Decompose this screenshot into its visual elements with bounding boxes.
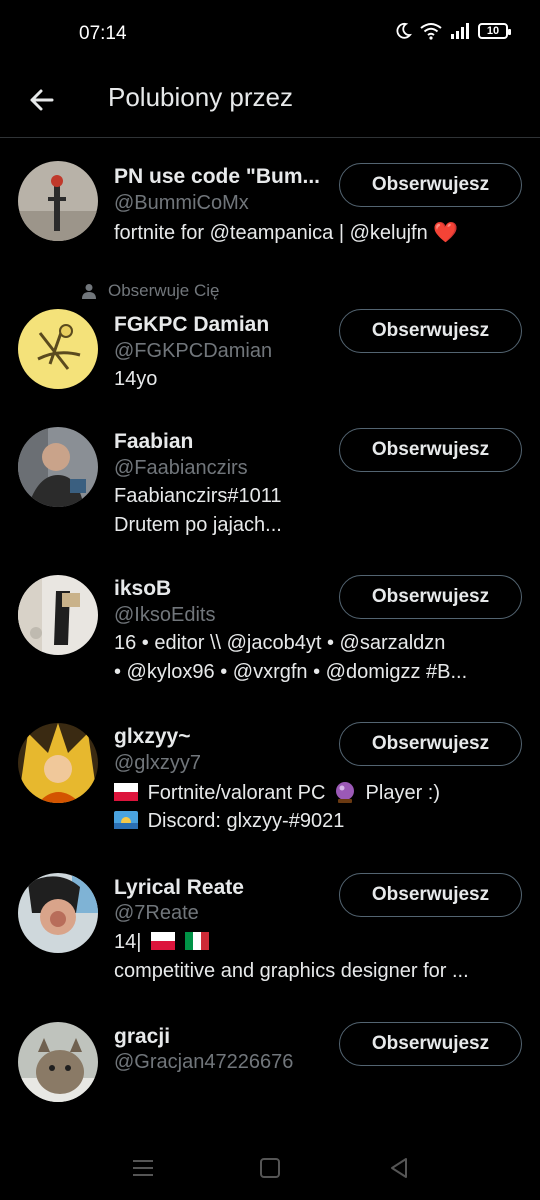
user-name: Faabian [114, 430, 194, 453]
user-row[interactable]: Faabian @Faabianczirs Faabianczirs#1011 … [0, 419, 540, 569]
user-bio-text: Fortnite/valorant PC [147, 782, 326, 804]
following-button[interactable]: Obserwujesz [339, 163, 522, 207]
user-handle: @Gracjan47226676 [114, 1051, 294, 1073]
user-row[interactable]: PN use code "Bum... @BummiCoMx fortnite … [0, 139, 540, 269]
crystal-ball-icon [335, 782, 354, 803]
wifi-icon [420, 23, 442, 40]
user-bio-text-2: Player :) [365, 782, 441, 804]
status-bar: 07:14 10 [0, 0, 540, 70]
user-bio: Fortnite/valorant PC Player :) [114, 781, 514, 805]
back-arrow-icon[interactable] [22, 80, 62, 120]
user-row[interactable]: gracji @Gracjan47226676 Obserwujesz [0, 1019, 540, 1129]
user-bio-line: Drutem po jajach... [114, 514, 282, 536]
user-handle: @BummiCoMx [114, 192, 249, 214]
battery-level: 10 [486, 25, 500, 37]
system-nav-bar [0, 1130, 540, 1200]
user-handle: @FGKPCDamian [114, 340, 273, 362]
user-row[interactable]: Lyrical Reate @7Reate 14| competitive an… [0, 869, 540, 1019]
user-name: PN use code "Bum... [114, 165, 321, 188]
follows-you-label: Obserwuje Cię [108, 281, 220, 300]
following-button[interactable]: Obserwujesz [339, 722, 522, 766]
user-row[interactable]: iksoB @IksoEdits 16 • editor \\ @jacob4y… [0, 569, 540, 719]
avatar[interactable] [18, 723, 98, 803]
poland-flag-icon [114, 783, 138, 801]
user-row[interactable]: glxzyy~ @glxzyy7 Fortnite/valorant PC Pl… [0, 719, 540, 869]
user-bio-line: Discord: glxzyy-#9021 [114, 810, 514, 833]
user-bio: 14| [114, 931, 514, 954]
user-row[interactable]: Obserwuje Cię FGKPC Damian @FGKPCDamian … [0, 269, 540, 419]
user-name: gracji [114, 1025, 171, 1048]
following-button[interactable]: Obserwujesz [339, 428, 522, 472]
following-button[interactable]: Obserwujesz [339, 309, 522, 353]
moon-icon [396, 22, 412, 39]
following-button[interactable]: Obserwujesz [339, 1022, 522, 1066]
user-bio-text-3: Discord: glxzyy-#9021 [147, 810, 345, 832]
user-handle: @IksoEdits [114, 604, 216, 626]
user-handle: @Faabianczirs [114, 457, 248, 479]
following-button[interactable]: Obserwujesz [339, 873, 522, 917]
user-handle: @glxzyy7 [114, 752, 201, 774]
avatar[interactable] [18, 427, 98, 507]
user-bio: 16 • editor \\ @jacob4yt • @sarzaldzn [114, 632, 446, 654]
status-time: 07:14 [79, 23, 127, 44]
avatar[interactable] [18, 575, 98, 655]
user-bio: Faabianczirs#1011 [114, 485, 282, 507]
user-bio: fortnite for @teampanica | @kelujfn ❤️ [114, 222, 459, 244]
user-bio-line: competitive and graphics designer for ..… [114, 960, 469, 982]
avatar[interactable] [18, 161, 98, 241]
following-button[interactable]: Obserwujesz [339, 575, 522, 619]
signal-icon [451, 23, 469, 39]
status-icons: 10 [396, 22, 511, 40]
user-name: glxzyy~ [114, 725, 191, 748]
back-icon[interactable] [386, 1155, 412, 1181]
person-icon [82, 284, 96, 299]
user-name: iksoB [114, 577, 172, 600]
avatar[interactable] [18, 1022, 98, 1102]
poland-flag-icon [151, 932, 176, 950]
user-name: FGKPC Damian [114, 313, 270, 336]
home-icon[interactable] [257, 1155, 283, 1181]
user-bio: 14yo [114, 368, 158, 390]
avatar[interactable] [18, 309, 98, 389]
user-bio-text: 14| [114, 931, 142, 953]
header: Polubiony przez [0, 70, 540, 138]
avatar[interactable] [18, 873, 98, 953]
user-name: Lyrical Reate [114, 876, 244, 899]
battery-icon: 10 [478, 23, 511, 39]
user-handle: @7Reate [114, 902, 199, 924]
menu-icon[interactable] [130, 1155, 156, 1181]
sunrise-icon [114, 811, 138, 829]
user-bio-line: • @kylox96 • @vxrgfn • @domigzz #B... [114, 661, 468, 683]
follows-you-indicator: Obserwuje Cię [82, 281, 220, 301]
italy-flag-icon [184, 932, 209, 950]
page-title: Polubiony przez [108, 82, 293, 112]
